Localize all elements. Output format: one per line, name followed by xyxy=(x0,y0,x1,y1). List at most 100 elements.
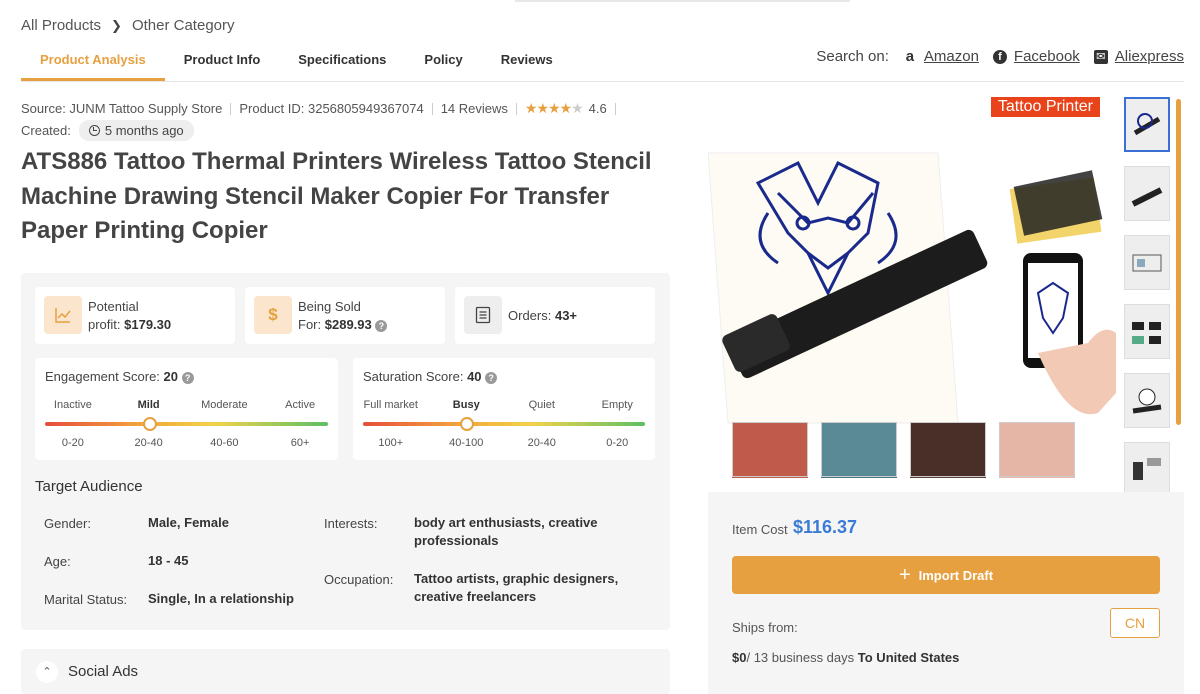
range-label: 40-60 xyxy=(210,437,239,449)
thumbnail[interactable] xyxy=(1124,442,1170,497)
level-label: Busy xyxy=(452,399,480,411)
range-label: 100+ xyxy=(378,437,404,449)
review-count[interactable]: 14 Reviews xyxy=(441,101,508,116)
chart-icon xyxy=(44,296,82,334)
age-label: Age: xyxy=(44,554,71,569)
profit-text: Potential profit: $179.30 xyxy=(88,298,171,334)
gallery-bottom-thumbs xyxy=(732,422,1075,477)
product-title: ATS886 Tattoo Thermal Printers Wireless … xyxy=(21,148,652,244)
tab-policy[interactable]: Policy xyxy=(405,50,481,81)
social-ads-section[interactable]: ⌃ Social Ads xyxy=(21,649,670,694)
marital-value: Single, In a relationship xyxy=(148,591,294,606)
facebook-link[interactable]: Facebook xyxy=(1014,48,1080,65)
thumbnail[interactable] xyxy=(1124,373,1170,428)
item-cost-label: Item Cost xyxy=(732,522,788,537)
product-id: Product ID: 3256805949367074 xyxy=(239,101,424,116)
engagement-levels: Inactive Mild Moderate Active xyxy=(35,399,338,411)
help-icon[interactable]: ? xyxy=(485,371,498,384)
ships-from-country[interactable]: CN xyxy=(1110,608,1160,638)
divider xyxy=(614,102,616,115)
saturation-card: Saturation Score: 40 ? Full market Busy … xyxy=(353,358,655,460)
orders-value: 43+ xyxy=(554,308,578,323)
top-divider xyxy=(515,0,850,2)
tab-specifications[interactable]: Specifications xyxy=(279,50,405,81)
amazon-link[interactable]: Amazon xyxy=(924,48,979,65)
thumbnail[interactable] xyxy=(1124,97,1170,152)
thumbnail[interactable] xyxy=(1124,166,1170,221)
level-label: Moderate xyxy=(201,399,248,411)
level-label: Mild xyxy=(137,399,160,411)
thumbnail-strip xyxy=(1124,97,1174,497)
range-label: 60+ xyxy=(290,437,310,449)
ships-from-label: Ships from: xyxy=(732,620,798,635)
created-value: 5 months ago xyxy=(104,123,184,138)
orders-card: Orders: 43+ xyxy=(455,287,655,344)
clipboard-icon xyxy=(464,296,502,334)
level-label: Active xyxy=(285,399,316,411)
aliexpress-link[interactable]: Aliexpress xyxy=(1115,48,1184,65)
divider xyxy=(431,102,433,115)
rating-value: 4.6 xyxy=(588,101,607,116)
level-label: Full market xyxy=(363,399,418,411)
saturation-ranges: 100+ 40-100 20-40 0-20 xyxy=(353,437,655,449)
analysis-panel: Potential profit: $179.30 $ Being Sold F… xyxy=(21,273,670,630)
social-ads-label: Social Ads xyxy=(68,663,139,680)
tab-product-analysis[interactable]: Product Analysis xyxy=(21,50,165,81)
divider xyxy=(230,102,232,115)
import-draft-label: Import Draft xyxy=(918,567,994,583)
tab-reviews[interactable]: Reviews xyxy=(482,50,572,81)
product-badge: Tattoo Printer xyxy=(990,97,1100,117)
engagement-title: Engagement Score: 20 ? xyxy=(45,369,194,384)
tab-product-info[interactable]: Product Info xyxy=(165,50,280,81)
gallery-thumb[interactable] xyxy=(732,422,808,477)
help-icon[interactable]: ? xyxy=(181,371,194,384)
engagement-label: Engagement Score: xyxy=(45,369,160,384)
gallery-thumb[interactable] xyxy=(910,422,986,477)
clock-icon xyxy=(88,125,100,136)
divider xyxy=(515,102,517,115)
orders-label: Orders: xyxy=(508,308,552,323)
potential-label: Potential xyxy=(88,299,139,314)
thumbnail[interactable] xyxy=(1124,304,1170,359)
range-label: 40-100 xyxy=(449,437,484,449)
thumbnail-scrollbar[interactable] xyxy=(1176,99,1181,425)
help-icon[interactable]: ? xyxy=(375,319,388,332)
gallery-thumb[interactable] xyxy=(821,422,897,477)
target-audience-title: Target Audience xyxy=(35,478,143,495)
import-draft-button[interactable]: + Import Draft xyxy=(732,556,1160,594)
shipping-cost: $0 xyxy=(732,650,747,665)
profit-value: $179.30 xyxy=(124,317,172,332)
engagement-bar xyxy=(45,417,328,431)
created-pill: 5 months ago xyxy=(78,120,194,141)
search-on: Search on: a Amazon f Facebook ✉ Aliexpr… xyxy=(816,48,1184,65)
gallery-thumb[interactable] xyxy=(999,422,1075,477)
plus-icon: + xyxy=(898,564,911,586)
dollar-icon: $ xyxy=(254,296,292,334)
search-on-label: Search on: xyxy=(816,48,889,65)
profit-card: Potential profit: $179.30 xyxy=(35,287,235,344)
interests-label: Interests: xyxy=(324,516,378,531)
saturation-title: Saturation Score: 40 ? xyxy=(363,369,498,384)
orders-text: Orders: 43+ xyxy=(508,307,577,325)
sold-label: Being Sold xyxy=(298,299,361,314)
age-value: 18 - 45 xyxy=(148,553,189,568)
chevron-up-icon[interactable]: ⌃ xyxy=(36,661,58,683)
item-cost-value: $116.37 xyxy=(793,517,858,537)
engagement-card: Engagement Score: 20 ? Inactive Mild Mod… xyxy=(35,358,338,460)
source-store: Source: JUNM Tattoo Supply Store xyxy=(21,101,223,116)
saturation-bar xyxy=(363,417,645,431)
range-label: 20-40 xyxy=(527,437,556,449)
range-label: 20-40 xyxy=(134,437,163,449)
profit-label: profit: xyxy=(88,317,121,332)
star-rating: ★★★★★ xyxy=(524,100,584,116)
thumbnail[interactable] xyxy=(1124,235,1170,290)
level-label: Empty xyxy=(601,399,633,411)
level-label: Inactive xyxy=(53,399,92,411)
engagement-ranges: 0-20 20-40 40-60 60+ xyxy=(35,437,338,449)
purchase-panel: Item Cost $116.37 + Import Draft Ships f… xyxy=(708,492,1184,694)
shipping-destination: To United States xyxy=(857,650,960,665)
created-label: Created: xyxy=(21,123,71,138)
breadcrumb-root[interactable]: All Products xyxy=(21,17,101,34)
breadcrumb-current[interactable]: Other Category xyxy=(132,17,235,34)
sold-text: Being Sold For: $289.93 ? xyxy=(298,298,388,334)
